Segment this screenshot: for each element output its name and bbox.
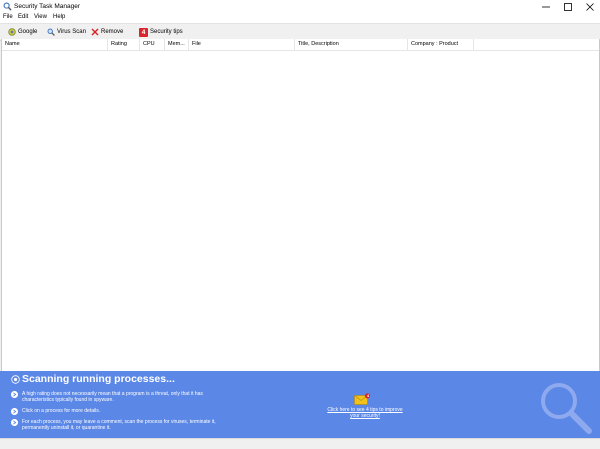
column-header-cpu[interactable]: CPU [140,39,165,50]
scan-info-panel: Scanning running processes... A high rat… [0,371,600,438]
window-title: Security Task Manager [14,3,80,10]
remove-label: Remove [101,29,124,35]
process-list[interactable]: Name Rating CPU Mem... File Title, Descr… [1,39,600,372]
column-header-name[interactable]: Name [2,39,108,50]
menu-help[interactable]: Help [53,14,65,20]
tip-text: Click on a process for more details. [22,408,101,414]
tip-item: Click on a process for more details. [11,408,221,415]
column-header-file[interactable]: File [189,39,295,50]
tips-count-badge: 4 [139,27,148,37]
close-icon [586,3,594,11]
tip-text: A high rating does not necessarily mean … [22,391,203,403]
menu-edit[interactable]: Edit [18,14,28,20]
arrow-right-icon [11,391,18,398]
title-bar: Security Task Manager [0,0,600,14]
arrow-right-icon [11,408,18,415]
x-icon [91,28,99,36]
scan-icon [11,375,20,384]
google-label: Google [18,29,38,35]
menu-view[interactable]: View [34,14,47,20]
magnifier-icon [3,2,12,11]
security-tips-link[interactable]: Click here to see 4 tips to improve your… [325,407,405,419]
virus-scan-button[interactable]: Virus Scan [47,27,86,37]
remove-button[interactable]: Remove [91,27,123,37]
tip-text: For each process, you may leave a commen… [22,419,216,431]
minimize-button[interactable] [535,0,557,14]
envelope-badge: 4 [366,393,370,398]
magnifier-watermark-icon [541,383,592,434]
minimize-icon [542,6,550,8]
security-tips-label: Security tips [150,29,183,35]
app-window: Security Task Manager File Edit View Hel… [0,0,600,449]
google-icon [8,28,16,36]
list-header: Name Rating CPU Mem... File Title, Descr… [2,39,599,51]
maximize-icon [564,3,572,11]
tip-item: For each process, you may leave a commen… [11,419,221,432]
panel-heading: Scanning running processes... [22,373,175,385]
status-bar [0,438,600,449]
column-header-memory[interactable]: Mem... [165,39,189,50]
close-button[interactable] [579,0,600,14]
column-header-title-description[interactable]: Title, Description [295,39,408,50]
column-header-rating[interactable]: Rating [108,39,140,50]
tip-item: A high rating does not necessarily mean … [11,391,221,404]
security-tips-button[interactable]: 4 Security tips [139,27,183,37]
column-header-company-product[interactable]: Company : Product [408,39,474,50]
virus-scan-label: Virus Scan [57,29,86,35]
google-button[interactable]: Google [8,27,37,37]
maximize-button[interactable] [557,0,579,14]
magnifier-icon [47,28,55,36]
menu-file[interactable]: File [3,14,13,20]
arrow-right-icon [11,419,18,426]
menu-bar: File Edit View Help [0,13,600,23]
